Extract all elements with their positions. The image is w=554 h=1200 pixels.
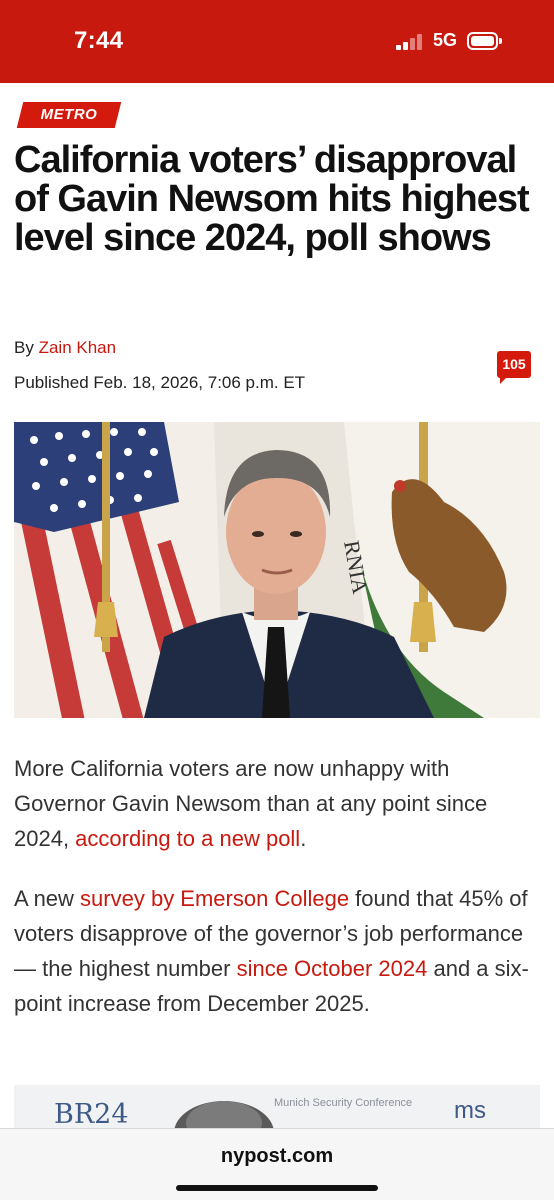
comments-badge[interactable]: 105: [497, 351, 531, 378]
ms-logo: ms: [454, 1097, 486, 1124]
br24-logo: BR24: [54, 1099, 129, 1130]
paragraph-text: .: [300, 826, 307, 851]
cellular-signal-icon: [396, 34, 424, 50]
battery-tip: [499, 38, 502, 44]
article-paragraph-1: More California voters are now unhappy w…: [14, 751, 538, 856]
poll-link[interactable]: according to a new poll: [75, 826, 300, 851]
home-indicator[interactable]: [176, 1185, 378, 1191]
governor-newsom-photo: RNIA: [14, 422, 540, 718]
comment-bubble-tail-icon: [500, 376, 508, 384]
hero-image[interactable]: RNIA: [14, 422, 540, 718]
article-headline: California voters’ disapproval of Gavin …: [14, 139, 530, 259]
october-2024-link[interactable]: since October 2024: [237, 956, 428, 981]
browser-address-bar[interactable]: nypost.com: [0, 1128, 554, 1200]
network-type: 5G: [433, 30, 458, 50]
status-time: 7:44: [74, 27, 124, 54]
status-bar: 7:44 5G: [0, 0, 554, 83]
battery-icon: [467, 32, 498, 50]
category-tag[interactable]: METRO: [20, 102, 118, 128]
publish-date: Published Feb. 18, 2026, 7:06 p.m. ET: [14, 373, 306, 392]
paragraph-text: A new: [14, 886, 81, 911]
byline-prefix: By: [14, 338, 34, 357]
byline: By Zain Khan: [14, 338, 116, 358]
article-paragraph-2: A new survey by Emerson College found th…: [14, 881, 538, 1021]
conference-caption: Munich Security Conference: [274, 1097, 413, 1109]
emerson-survey-link[interactable]: survey by Emerson College: [80, 886, 349, 911]
url-text[interactable]: nypost.com: [0, 1145, 554, 1168]
author-link[interactable]: Zain Khan: [39, 338, 117, 357]
